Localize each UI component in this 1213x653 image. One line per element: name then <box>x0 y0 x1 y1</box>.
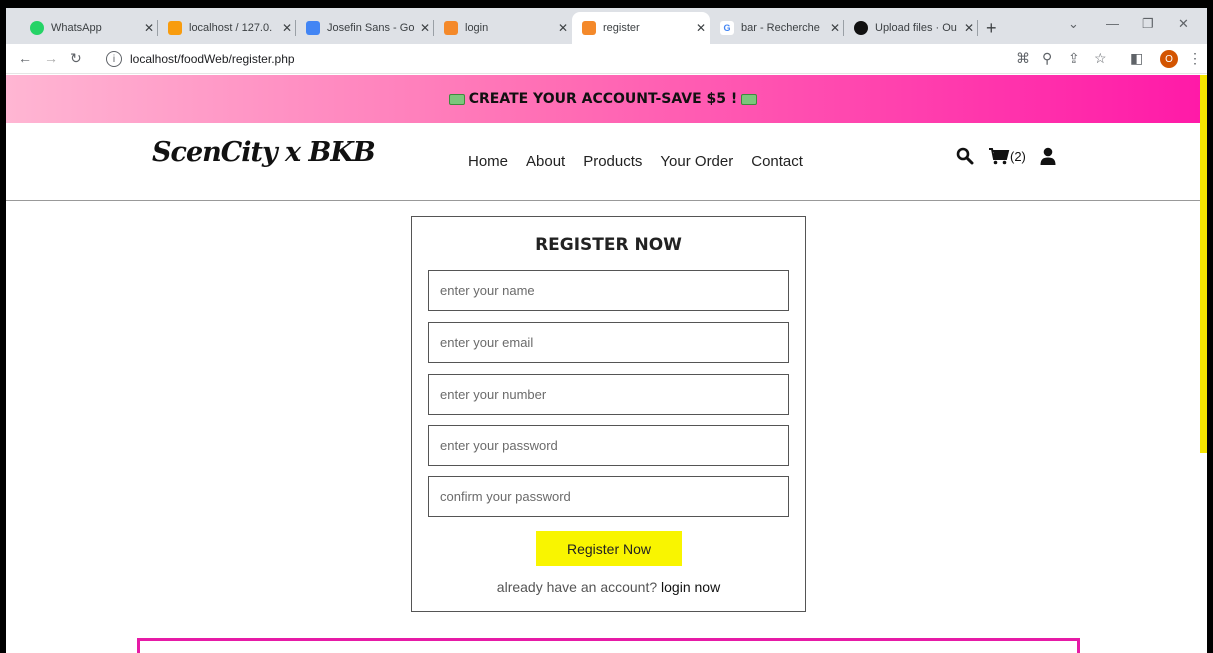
github-icon <box>854 21 868 35</box>
close-icon[interactable]: ✕ <box>554 21 572 35</box>
restore-icon[interactable]: ❐ <box>1142 16 1154 32</box>
url-text[interactable]: localhost/foodWeb/register.php <box>130 52 295 66</box>
google-fonts-icon <box>306 21 320 35</box>
cart-button[interactable]: (2) <box>988 147 1026 165</box>
whatsapp-icon <box>30 21 44 35</box>
back-icon[interactable]: ← <box>18 50 32 66</box>
confirm-password-input[interactable] <box>428 476 789 517</box>
cart-count: (2) <box>1010 148 1026 164</box>
page-content: CREATE YOUR ACCOUNT-SAVE $5 ! ScenCity x… <box>6 75 1207 653</box>
minimize-icon[interactable]: — <box>1106 16 1119 31</box>
page-scrollbar[interactable] <box>1200 75 1207 453</box>
tab-search-icon[interactable]: ⌄ <box>1068 16 1079 32</box>
close-icon[interactable]: ✕ <box>960 21 978 35</box>
profile-avatar[interactable]: O <box>1160 50 1178 68</box>
nav-home[interactable]: Home <box>468 153 508 170</box>
translate-icon[interactable]: ⌘ <box>1016 50 1030 67</box>
xampp-icon <box>582 21 596 35</box>
bookmark-star-icon[interactable]: ☆ <box>1094 50 1107 67</box>
tab-phpmyadmin[interactable]: localhost / 127.0. ✕ <box>158 12 296 44</box>
side-panel-icon[interactable]: ◧ <box>1130 50 1143 67</box>
zoom-icon[interactable]: ⚲ <box>1042 50 1052 67</box>
footer-box <box>137 638 1080 653</box>
nav-products[interactable]: Products <box>583 153 642 170</box>
tab-register[interactable]: register ✕ <box>572 12 710 44</box>
new-tab-icon[interactable]: + <box>986 18 997 39</box>
name-input[interactable] <box>428 270 789 311</box>
header-icons: (2) <box>956 147 1056 165</box>
login-prompt: already have an account? login now <box>412 579 805 595</box>
browser-window: WhatsApp ✕ localhost / 127.0. ✕ Josefin … <box>6 8 1207 653</box>
reload-icon[interactable]: ↻ <box>70 50 82 67</box>
nav-your-order[interactable]: Your Order <box>660 153 733 170</box>
browser-toolbar: ← → ↻ i localhost/foodWeb/register.php ⌘… <box>6 44 1207 74</box>
close-window-icon[interactable]: ✕ <box>1178 16 1189 32</box>
nav-about[interactable]: About <box>526 153 565 170</box>
info-icon[interactable]: i <box>106 51 122 67</box>
close-icon[interactable]: ✕ <box>140 21 158 35</box>
login-link[interactable]: login now <box>661 579 720 595</box>
nav-contact[interactable]: Contact <box>751 153 803 170</box>
tab-strip: WhatsApp ✕ localhost / 127.0. ✕ Josefin … <box>6 8 1207 44</box>
login-prompt-text: already have an account? <box>496 579 658 595</box>
money-icon <box>448 93 465 105</box>
site-header: ScenCity x BKB Home About Products Your … <box>6 123 1200 201</box>
email-input[interactable] <box>428 322 789 363</box>
share-icon[interactable]: ⇪ <box>1068 50 1080 67</box>
close-icon[interactable]: ✕ <box>416 21 434 35</box>
promo-text: CREATE YOUR ACCOUNT-SAVE $5 ! <box>468 91 738 107</box>
google-icon: G <box>720 21 734 35</box>
cart-icon <box>989 148 1010 165</box>
promo-banner: CREATE YOUR ACCOUNT-SAVE $5 ! <box>6 75 1200 123</box>
close-icon[interactable]: ✕ <box>826 21 844 35</box>
user-icon[interactable] <box>1040 147 1056 165</box>
search-icon[interactable] <box>956 147 974 165</box>
tab-login[interactable]: login ✕ <box>434 12 572 44</box>
xampp-icon <box>444 21 458 35</box>
tab-whatsapp[interactable]: WhatsApp ✕ <box>20 12 158 44</box>
forward-icon[interactable]: → <box>44 50 58 66</box>
tab-josefin-sans[interactable]: Josefin Sans - Go ✕ <box>296 12 434 44</box>
register-button[interactable]: Register Now <box>536 531 682 566</box>
register-form: REGISTER NOW Register Now already have a… <box>411 216 806 612</box>
money-icon <box>741 93 758 105</box>
password-input[interactable] <box>428 425 789 466</box>
main-nav: Home About Products Your Order Contact <box>468 153 803 170</box>
tab-google-search[interactable]: G bar - Recherche ✕ <box>710 12 844 44</box>
tab-github[interactable]: Upload files · Ou ✕ <box>844 12 978 44</box>
number-input[interactable] <box>428 374 789 415</box>
address-bar[interactable]: i localhost/foodWeb/register.php <box>106 47 1006 71</box>
phpmyadmin-icon <box>168 21 182 35</box>
close-icon[interactable]: ✕ <box>692 21 710 35</box>
site-logo[interactable]: ScenCity x BKB <box>152 137 376 168</box>
form-title: REGISTER NOW <box>535 235 682 255</box>
close-icon[interactable]: ✕ <box>278 21 296 35</box>
menu-kebab-icon[interactable]: ⋮ <box>1188 50 1202 67</box>
